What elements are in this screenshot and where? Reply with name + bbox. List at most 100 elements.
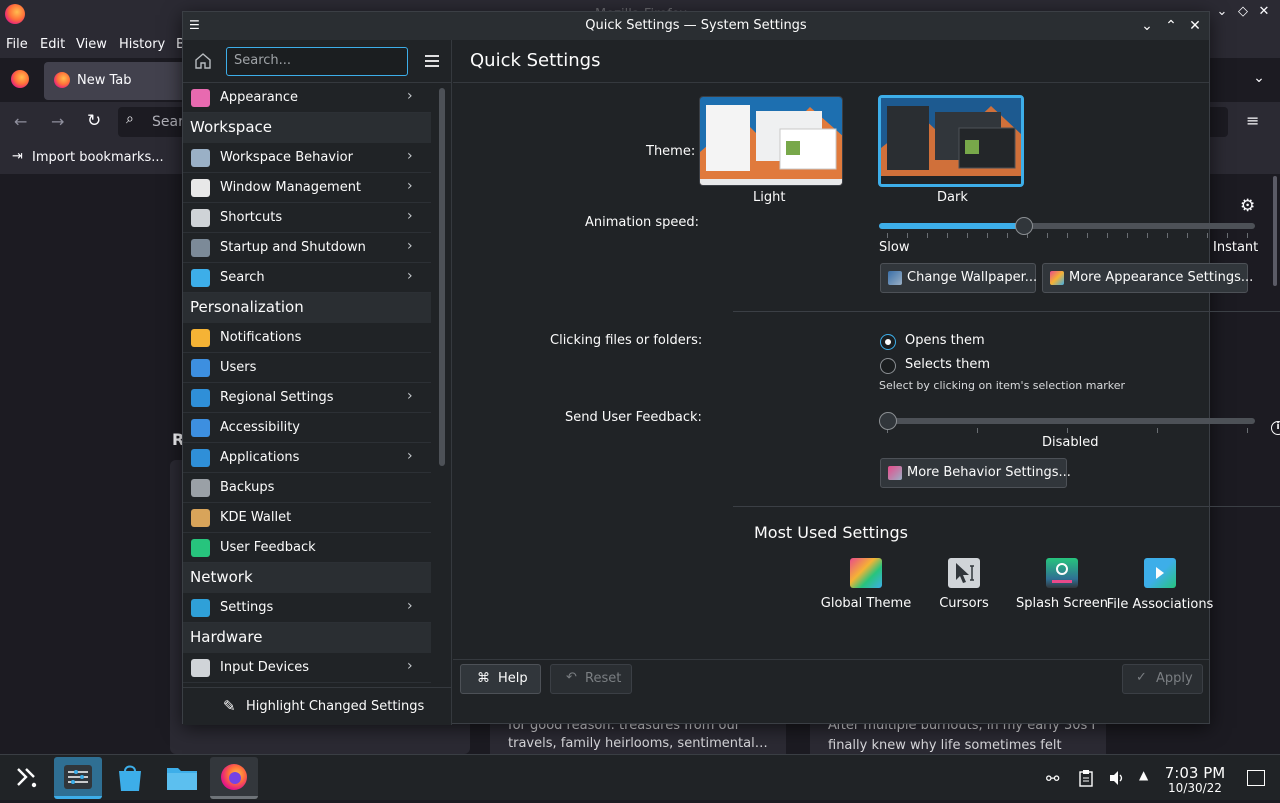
- more-appearance-button[interactable]: More Appearance Settings...: [1042, 263, 1253, 293]
- sidebar-item-appearance[interactable]: Appearance ›: [183, 83, 431, 113]
- page-scrollbar[interactable]: [1273, 176, 1277, 286]
- sidebar-footer: ✎ Highlight Changed Settings: [183, 687, 452, 725]
- slider-tick: [977, 428, 978, 433]
- show-desktop-icon[interactable]: [1247, 770, 1265, 786]
- sidebar-item-settings[interactable]: Settings ›: [183, 593, 431, 623]
- sidebar-category-workspace: Workspace: [183, 113, 431, 143]
- slider-tick: [1157, 428, 1158, 433]
- slider-tick: [887, 233, 888, 238]
- sidebar-item-accessibility[interactable]: Accessibility: [183, 413, 431, 443]
- most-used-file-associations[interactable]: File Associations: [1105, 558, 1215, 638]
- change-wallpaper-label: Change Wallpaper...: [907, 270, 1038, 285]
- application-launcher-icon[interactable]: [2, 757, 50, 799]
- sidebar-item-input-devices[interactable]: Input Devices ›: [183, 653, 431, 683]
- taskbar-system-settings[interactable]: [54, 757, 102, 799]
- sidebar-item-users[interactable]: Users: [183, 353, 431, 383]
- theme-dark-preview[interactable]: [878, 95, 1024, 187]
- window-titlebar[interactable]: ☰ Quick Settings — System Settings ⌄ ⌃ ✕: [183, 12, 1209, 40]
- sidebar-item-label: Notifications: [220, 330, 302, 345]
- info-icon[interactable]: i: [1271, 421, 1280, 435]
- menu-history[interactable]: History: [119, 37, 165, 52]
- sidebar-item-label: Search: [220, 270, 265, 285]
- selects-them-label: Selects them: [905, 357, 991, 372]
- most-used-global-theme[interactable]: Global Theme: [811, 558, 921, 638]
- sidebar-item-applications[interactable]: Applications ›: [183, 443, 431, 473]
- sidebar-item-notifications[interactable]: Notifications: [183, 323, 431, 353]
- sidebar-item-label: Users: [220, 360, 257, 375]
- help-button[interactable]: ⌘ Help: [460, 664, 541, 694]
- window-minimize-icon[interactable]: ⌄: [1137, 16, 1157, 36]
- menu-file[interactable]: File: [6, 37, 28, 52]
- firefox-all-tabs-icon[interactable]: ⌄: [1250, 70, 1268, 88]
- clipboard-icon[interactable]: [1078, 769, 1094, 787]
- back-icon[interactable]: ←: [14, 112, 34, 132]
- sidebar-item-label: Window Management: [220, 180, 362, 195]
- change-wallpaper-button[interactable]: Change Wallpaper...: [880, 263, 1038, 293]
- firefox-view-icon[interactable]: [11, 70, 29, 88]
- highlight-changed-label: Highlight Changed Settings: [246, 699, 425, 714]
- sidebar-category-label: Workspace: [190, 118, 272, 136]
- sidebar-item-search[interactable]: Search ›: [183, 263, 431, 293]
- animation-slider-handle[interactable]: [1015, 217, 1033, 235]
- more-behavior-button[interactable]: More Behavior Settings...: [880, 458, 1071, 488]
- window-close-icon[interactable]: ✕: [1185, 16, 1205, 36]
- tray-expand-icon[interactable]: ▲: [1139, 768, 1148, 782]
- kde-connect-icon[interactable]: ⚯: [1046, 769, 1059, 788]
- opens-them-radio[interactable]: [880, 334, 896, 350]
- file-associations-label: File Associations: [1106, 597, 1214, 612]
- sidebar-category-label: Personalization: [190, 298, 304, 316]
- chevron-right-icon: ›: [407, 238, 413, 254]
- highlight-changed-button[interactable]: ✎ Highlight Changed Settings: [223, 694, 425, 720]
- apply-button[interactable]: ✓ Apply: [1122, 664, 1203, 694]
- sidebar-item-window-management[interactable]: Window Management ›: [183, 173, 431, 203]
- sidebar-item-regional-settings[interactable]: Regional Settings ›: [183, 383, 431, 413]
- forward-icon[interactable]: →: [51, 112, 71, 132]
- slider-tick: [907, 233, 908, 238]
- theme-light-preview[interactable]: [699, 96, 843, 186]
- clock-date[interactable]: 10/30/22: [1150, 781, 1240, 795]
- file-manager-icon[interactable]: [158, 757, 206, 799]
- section-divider-1: [733, 311, 1280, 312]
- menu-view[interactable]: View: [76, 37, 107, 52]
- most-used-splash-screen[interactable]: Splash Screen: [1007, 558, 1117, 638]
- feedback-slider-handle[interactable]: [879, 412, 897, 430]
- theme-light-label: Light: [753, 190, 786, 205]
- sidebar-item-kde-wallet[interactable]: KDE Wallet: [183, 503, 431, 533]
- behavior-settings-icon: [888, 466, 902, 480]
- chevron-right-icon: ›: [407, 88, 413, 104]
- theme-label: Theme:: [646, 144, 696, 159]
- firefox-close-icon[interactable]: ✕: [1254, 4, 1274, 24]
- splash-screen-icon: [1046, 558, 1078, 588]
- sidebar-item-workspace-behavior[interactable]: Workspace Behavior ›: [183, 143, 431, 173]
- discover-store-icon[interactable]: [106, 757, 154, 799]
- home-icon[interactable]: [193, 51, 213, 71]
- hamburger-menu-icon[interactable]: [423, 52, 441, 70]
- window-maximize-icon[interactable]: ⌃: [1161, 16, 1181, 36]
- animation-speed-slider[interactable]: [879, 217, 1255, 239]
- firefox-minimize-icon[interactable]: ⌄: [1212, 4, 1232, 24]
- firefox-tab[interactable]: New Tab: [44, 62, 194, 100]
- sidebar-item-shortcuts[interactable]: Shortcuts ›: [183, 203, 431, 233]
- import-bookmarks[interactable]: Import bookmarks...: [32, 150, 164, 165]
- reload-icon[interactable]: ↻: [87, 111, 107, 131]
- users-icon: [191, 359, 210, 377]
- reset-button[interactable]: ↶ Reset: [550, 664, 632, 694]
- sidebar-item-backups[interactable]: Backups: [183, 473, 431, 503]
- app-menu-icon[interactable]: ≡: [1246, 111, 1266, 131]
- menu-edit[interactable]: Edit: [40, 37, 65, 52]
- most-used-cursors[interactable]: Cursors: [909, 558, 1019, 638]
- volume-icon[interactable]: [1108, 769, 1126, 787]
- backups-icon: [191, 479, 210, 497]
- sidebar-item-label: Backups: [220, 480, 275, 495]
- sidebar-scrollbar[interactable]: [439, 88, 445, 466]
- taskbar-firefox[interactable]: [210, 757, 258, 799]
- sidebar-item-user-feedback[interactable]: User Feedback: [183, 533, 431, 563]
- selects-them-radio[interactable]: [880, 358, 896, 374]
- firefox-maximize-icon[interactable]: ◇: [1233, 4, 1253, 24]
- sidebar-search-input[interactable]: Search...: [226, 47, 408, 76]
- sidebar-item-label: Input Devices: [220, 660, 310, 675]
- clock-time[interactable]: 7:03 PM: [1150, 764, 1240, 782]
- feedback-slider[interactable]: [879, 412, 1255, 434]
- settings-gear-icon[interactable]: ⚙: [1240, 196, 1255, 216]
- sidebar-item-startup-and-shutdown[interactable]: Startup and Shutdown ›: [183, 233, 431, 263]
